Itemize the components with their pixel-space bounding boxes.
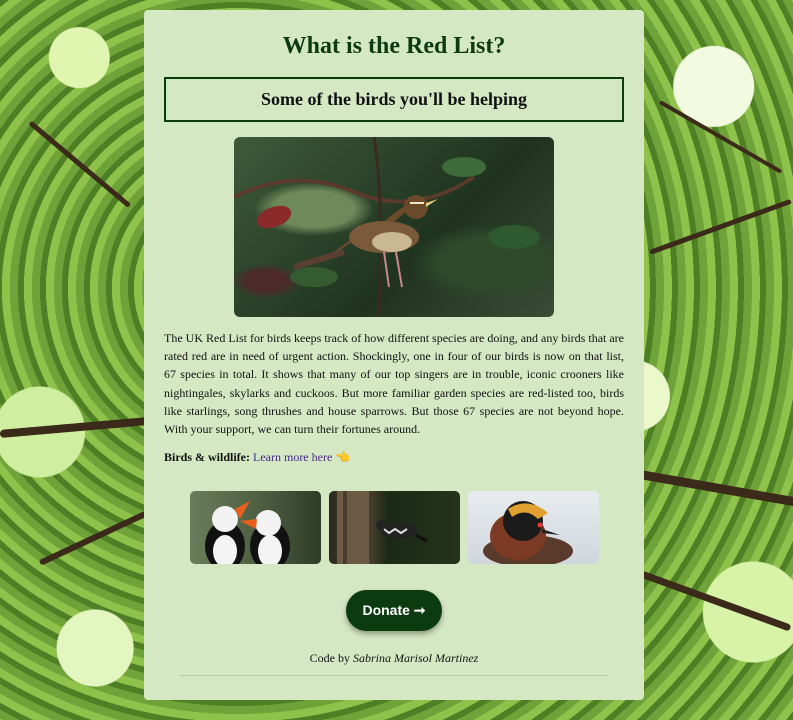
footer-credit: Code by Sabrina Marisol Martinez [164,651,624,666]
red-list-description: The UK Red List for birds keeps track of… [164,331,624,437]
learn-label: Birds & wildlife: [164,450,250,465]
grebe-thumbnail [467,491,599,565]
donate-button[interactable]: Donate ➞ [346,590,442,632]
hero-bird-image [234,137,554,317]
puffins-thumbnail [189,491,321,565]
content-card: What is the Red List? Some of the birds … [144,10,644,700]
redwing-illustration [234,137,540,317]
page-title: What is the Red List? [282,33,506,59]
bird-thumbnails [164,491,624,565]
learn-more-link[interactable]: Learn more here [253,450,332,464]
pointing-hand-icon: 👈 [335,450,351,465]
footer-prefix: Code by [309,651,350,666]
learn-more-line: Birds & wildlife: Learn more here 👈 [164,450,624,465]
woodpecker-thumbnail [328,491,460,565]
donate-label: Donate [362,602,410,619]
footer-divider [179,675,609,677]
subtitle-box: Some of the birds you'll be helping [164,77,624,122]
footer-author: Sabrina Marisol Martinez [353,651,479,666]
subtitle: Some of the birds you'll be helping [260,89,528,109]
arrow-right-icon: ➞ [413,602,426,619]
